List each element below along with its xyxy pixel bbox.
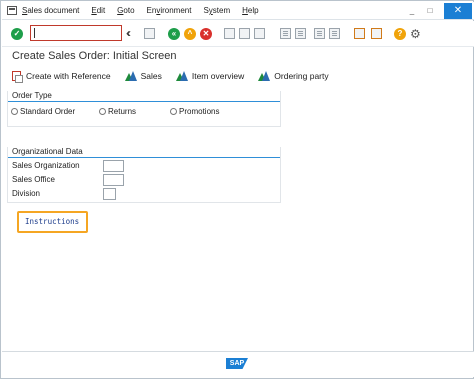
radio-returns-label: Returns [108, 107, 137, 116]
create-with-reference-icon [12, 71, 23, 83]
back-icon[interactable]: « [168, 28, 180, 40]
minimize-icon[interactable]: _ [406, 5, 418, 17]
cancel-icon[interactable]: ✕ [200, 28, 212, 40]
find-next-icon[interactable] [254, 28, 265, 39]
menu-help[interactable]: Help [242, 6, 258, 15]
radio-promotions-label: Promotions [179, 107, 220, 116]
menu-edit[interactable]: Edit [91, 6, 105, 15]
next-page-icon[interactable] [314, 28, 325, 39]
ordering-party-button[interactable]: Ordering party [258, 71, 329, 81]
sales-office-row: Sales Office [12, 175, 55, 184]
sap-window: Sales document Edit Goto Environment Sys… [0, 0, 474, 379]
customize-icon[interactable]: ⚙ [410, 27, 421, 41]
radio-promotions-dot[interactable] [170, 108, 177, 115]
menu-sales-document[interactable]: Sales document [22, 6, 79, 15]
order-type-title: Order Type [7, 91, 281, 102]
application-toolbar: Create with Reference Sales Item overvie… [12, 69, 343, 83]
last-page-icon[interactable] [329, 28, 340, 39]
system-menu-icon[interactable] [7, 6, 17, 15]
sales-office-input[interactable] [103, 174, 124, 186]
item-overview-label: Item overview [191, 71, 245, 81]
help-icon[interactable]: ? [394, 28, 406, 40]
sales-label: Sales [140, 71, 162, 81]
menu-bar: Sales document Edit Goto Environment Sys… [2, 2, 474, 20]
organizational-data-group: Organizational Data Sales Organization S… [7, 147, 281, 203]
close-window-button[interactable]: ✕ [444, 3, 472, 19]
shortcut-icon[interactable] [371, 28, 382, 39]
sales-icon [124, 71, 137, 81]
division-input[interactable] [103, 188, 116, 200]
sales-button[interactable]: Sales [124, 71, 162, 81]
exit-icon[interactable]: ^ [184, 28, 196, 40]
new-session-icon[interactable] [354, 28, 365, 39]
division-row: Division [12, 189, 40, 198]
item-overview-icon [175, 71, 188, 81]
radio-returns[interactable]: Returns [99, 107, 136, 116]
ordering-party-label: Ordering party [274, 71, 329, 81]
sales-organization-row: Sales Organization [12, 161, 80, 170]
create-with-reference-label: Create with Reference [26, 71, 111, 81]
order-type-group: Order Type Standard Order Returns Promot… [7, 91, 281, 127]
item-overview-button[interactable]: Item overview [175, 71, 245, 81]
menu-system[interactable]: System [203, 6, 230, 15]
radio-promotions[interactable]: Promotions [170, 107, 219, 116]
radio-returns-dot[interactable] [99, 108, 106, 115]
save-icon[interactable] [144, 28, 155, 39]
organizational-data-title: Organizational Data [7, 147, 281, 158]
status-bar: SAP [2, 351, 474, 377]
first-page-icon[interactable] [280, 28, 291, 39]
standard-toolbar: ✓ ‹‹ « ^ ✕ ? ⚙ [2, 21, 474, 47]
sales-organization-input[interactable] [103, 160, 124, 172]
instructions-button[interactable]: Instructions [17, 211, 88, 233]
menu-environment[interactable]: Environment [147, 6, 192, 15]
menu-goto[interactable]: Goto [117, 6, 134, 15]
create-with-reference-button[interactable]: Create with Reference [12, 71, 111, 83]
sales-office-label: Sales Office [12, 175, 55, 184]
back-arrows-icon[interactable]: ‹‹ [126, 26, 131, 40]
radio-standard-order[interactable]: Standard Order [11, 107, 75, 116]
previous-page-icon[interactable] [295, 28, 306, 39]
sap-logo: SAP [226, 358, 248, 369]
command-field[interactable] [30, 25, 122, 41]
print-icon[interactable] [224, 28, 235, 39]
enter-icon[interactable]: ✓ [11, 28, 23, 40]
page-title: Create Sales Order: Initial Screen [12, 50, 177, 62]
restore-icon[interactable]: □ [424, 5, 436, 17]
text-cursor [34, 28, 35, 38]
sales-organization-label: Sales Organization [12, 161, 80, 170]
radio-standard-order-label: Standard Order [20, 107, 76, 116]
ordering-party-icon [258, 71, 271, 81]
division-label: Division [12, 189, 41, 198]
radio-standard-order-dot[interactable] [11, 108, 18, 115]
find-icon[interactable] [239, 28, 250, 39]
